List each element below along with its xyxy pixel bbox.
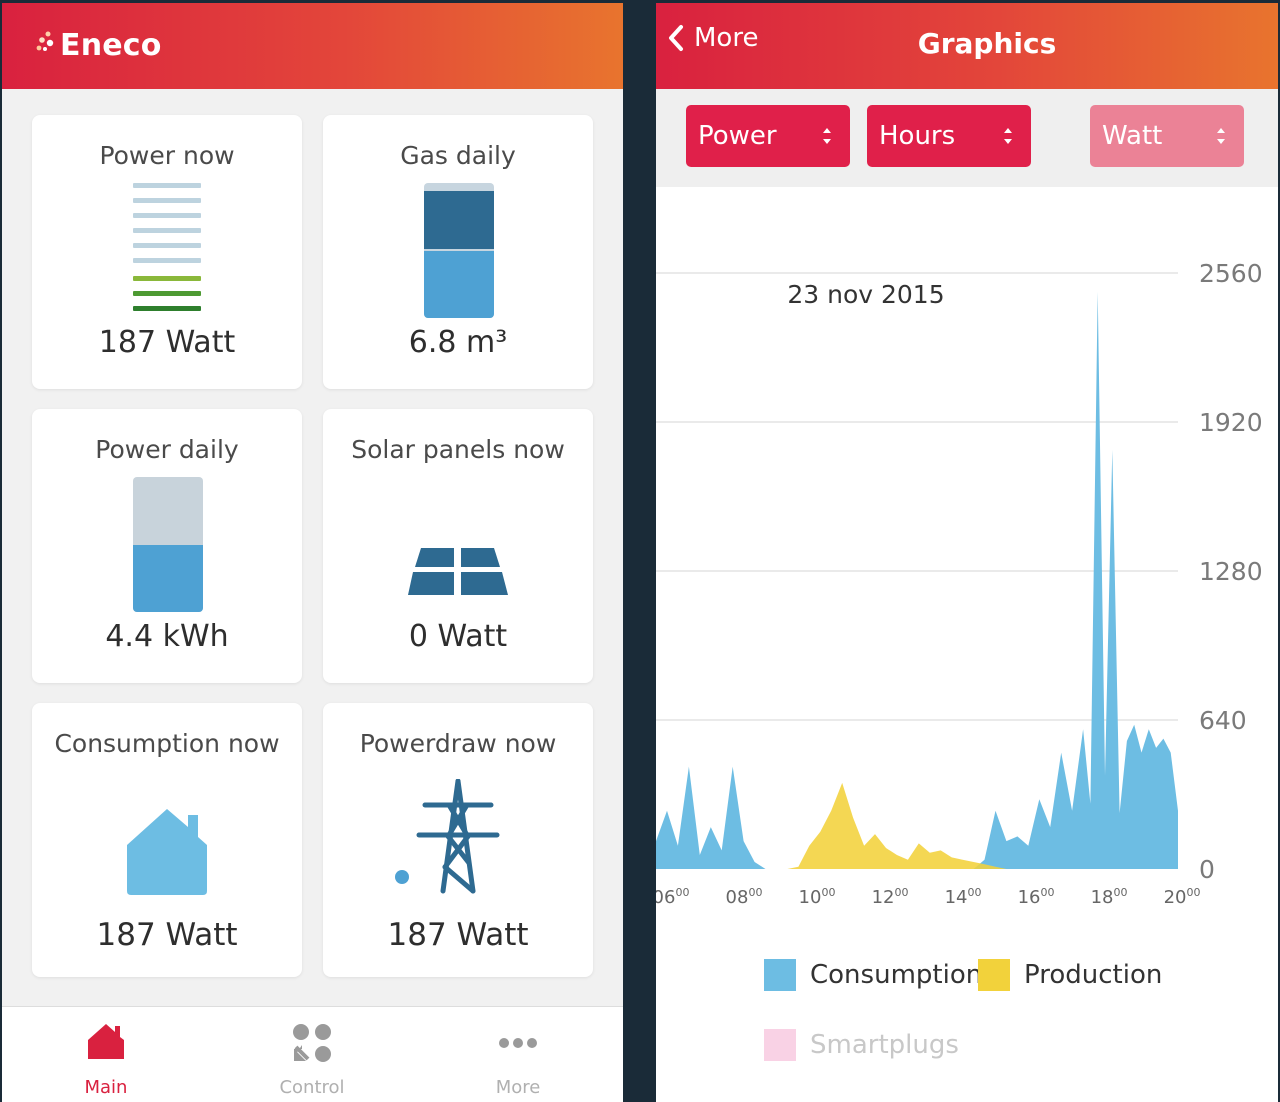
x-tick-label: 0800 <box>726 886 763 908</box>
chart-panel: 2560 1920 1280 640 0 23 nov 2015 0600 0800 1000 1… <box>656 187 1278 1102</box>
filter-bar: Power Hours Watt <box>656 89 1278 187</box>
legend-label: Consumption <box>810 960 983 990</box>
tile-value: 4.4 kWh <box>105 619 229 654</box>
solar-panel-icon <box>408 548 508 595</box>
x-tick-label: 1000 <box>799 886 836 908</box>
metric-select[interactable]: Power <box>686 105 850 167</box>
x-tick-label: 2000 <box>1164 886 1201 908</box>
tile-value: 187 Watt <box>98 325 236 360</box>
graphics-screen: More Graphics Power Hours Watt 2560 1920 1… <box>656 3 1278 1102</box>
tile-title: Powerdraw now <box>359 729 557 758</box>
tile-value: 187 Watt <box>96 917 238 953</box>
select-value: Power <box>698 121 777 151</box>
nav-label: Control <box>279 1077 345 1098</box>
select-value: Watt <box>1102 121 1163 151</box>
tile-gas-daily[interactable]: Gas daily 6.8 m³ <box>323 115 593 389</box>
eneco-logo: Eneco <box>34 25 162 65</box>
bottom-navigation: Main Control More <box>2 1006 623 1102</box>
tile-value: 0 Watt <box>408 619 508 654</box>
nav-label: Main <box>84 1077 128 1098</box>
legend-consumption[interactable]: Consumption <box>764 959 982 991</box>
tile-title: Solar panels now <box>351 435 565 464</box>
tile-powerdraw-now[interactable]: Powerdraw now 187 Watt <box>323 703 593 977</box>
nav-label: More <box>495 1077 541 1098</box>
graphics-header: More Graphics <box>656 3 1278 89</box>
eneco-logo-icon <box>36 31 54 51</box>
x-tick-label: 0600 <box>656 886 689 908</box>
power-pylon-icon <box>395 779 500 894</box>
legend-swatch <box>764 1029 796 1061</box>
x-tick-label: 1400 <box>945 886 982 908</box>
nav-main[interactable]: Main <box>26 1007 186 1102</box>
tile-solar-panels-now[interactable]: Solar panels now 0 Watt <box>323 409 593 683</box>
app-header: Eneco <box>2 3 623 89</box>
nav-more[interactable]: More <box>438 1007 598 1102</box>
y-tick-label: 1920 <box>1199 408 1263 437</box>
legend-swatch <box>978 959 1010 991</box>
x-tick-label: 1600 <box>1018 886 1055 908</box>
y-tick-label: 0 <box>1199 855 1215 884</box>
updown-arrows-icon <box>1004 128 1012 144</box>
updown-arrows-icon <box>1217 128 1225 144</box>
power-meter-icon <box>133 183 201 311</box>
chart-date-title: 23 nov 2015 <box>787 280 944 309</box>
consumption-area <box>656 291 1178 870</box>
select-value: Hours <box>879 121 956 151</box>
tile-title: Gas daily <box>400 141 516 170</box>
period-select[interactable]: Hours <box>867 105 1031 167</box>
brand-name: Eneco <box>60 27 162 63</box>
tile-title: Power now <box>99 141 235 170</box>
tile-value: 6.8 m³ <box>408 325 508 360</box>
y-tick-label: 640 <box>1199 706 1247 735</box>
house-icon <box>88 1024 124 1059</box>
more-dots-icon <box>499 1038 537 1048</box>
tile-power-daily[interactable]: Power daily 4.4 kWh <box>32 409 302 683</box>
tile-title: Consumption now <box>54 729 280 758</box>
main-screen: Eneco Power now 187 Watt Gas daily 6.8 m… <box>2 3 623 1102</box>
screen-title: Graphics <box>917 27 1057 60</box>
legend-label: Smartplugs <box>810 1030 959 1060</box>
x-tick-label: 1800 <box>1091 886 1128 908</box>
control-icon <box>293 1024 331 1062</box>
legend-smartplugs[interactable]: Smartplugs <box>764 1029 959 1061</box>
legend-production[interactable]: Production <box>978 959 1162 991</box>
tile-consumption-now[interactable]: Consumption now 187 Watt <box>32 703 302 977</box>
power-daily-gauge-icon <box>133 477 203 612</box>
y-tick-label: 2560 <box>1199 259 1263 288</box>
power-area-chart[interactable]: 2560 1920 1280 640 0 23 nov 2015 0600 0800 1000 1… <box>656 187 1278 927</box>
tile-value: 187 Watt <box>387 917 529 953</box>
tile-power-now[interactable]: Power now 187 Watt <box>32 115 302 389</box>
tile-title: Power daily <box>95 435 239 464</box>
unit-select[interactable]: Watt <box>1090 105 1244 167</box>
legend-label: Production <box>1024 960 1163 990</box>
nav-control[interactable]: Control <box>232 1007 392 1102</box>
legend-swatch <box>764 959 796 991</box>
x-tick-label: 1200 <box>872 886 909 908</box>
updown-arrows-icon <box>823 128 831 144</box>
y-tick-label: 1280 <box>1199 557 1263 586</box>
house-consumption-icon <box>127 809 207 895</box>
gas-gauge-icon <box>424 183 494 318</box>
